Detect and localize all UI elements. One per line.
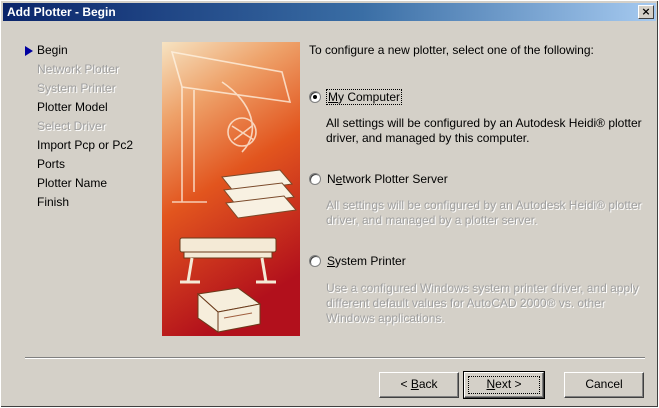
button-separator: [25, 357, 645, 359]
step-finish: Finish: [13, 193, 153, 212]
step-select-driver: Select Driver: [13, 117, 153, 136]
radio-my-computer[interactable]: [309, 91, 321, 103]
step-plotter-name: Plotter Name: [13, 174, 153, 193]
step-label: Ports: [37, 157, 66, 171]
step-begin: Begin: [13, 41, 153, 60]
step-label: Begin: [37, 43, 68, 57]
focus-rectangle: [468, 376, 540, 394]
option-label-network-plotter-server[interactable]: Network Plotter Server: [327, 172, 448, 186]
step-label: System Printer: [37, 81, 116, 95]
option-label-system-printer[interactable]: System Printer: [327, 254, 406, 268]
wizard-steps: Begin Network Plotter System Printer Plo…: [13, 41, 153, 212]
step-network-plotter: Network Plotter: [13, 60, 153, 79]
plotter-illustration: [162, 42, 300, 336]
step-label: Select Driver: [37, 119, 106, 133]
step-ports: Ports: [13, 155, 153, 174]
step-import-pcp: Import Pcp or Pc2: [13, 136, 153, 155]
description-system-printer: Use a configured Windows system printer …: [326, 281, 639, 325]
description-network-plotter-server: All settings will be configured by an Au…: [326, 198, 642, 227]
step-label: Import Pcp or Pc2: [37, 138, 134, 152]
cancel-button[interactable]: Cancel: [564, 372, 644, 398]
plotter-artwork-icon: [162, 42, 300, 336]
back-button[interactable]: < Back: [379, 372, 459, 398]
step-label: Network Plotter: [37, 62, 120, 76]
radio-network-plotter-server[interactable]: [309, 173, 321, 185]
step-plotter-model: Plotter Model: [13, 98, 153, 117]
step-label: Plotter Model: [37, 100, 108, 114]
radio-selected-dot: [313, 95, 317, 99]
step-label: Plotter Name: [37, 176, 108, 190]
radio-system-printer[interactable]: [309, 255, 321, 267]
prompt-text: To configure a new plotter, select one o…: [309, 43, 594, 57]
current-step-arrow-icon: [25, 46, 33, 56]
next-button[interactable]: Next >: [463, 371, 545, 399]
step-system-printer: System Printer: [13, 79, 153, 98]
step-label: Finish: [37, 195, 70, 209]
close-button[interactable]: ×: [638, 5, 654, 19]
title-bar[interactable]: Add Plotter - Begin ×: [3, 3, 656, 21]
window-title: Add Plotter - Begin: [7, 5, 116, 19]
option-label-my-computer[interactable]: My Computer: [325, 89, 403, 105]
description-my-computer: All settings will be configured by an Au…: [326, 116, 642, 145]
add-plotter-dialog: Add Plotter - Begin × Begin Network Plot…: [0, 0, 659, 408]
